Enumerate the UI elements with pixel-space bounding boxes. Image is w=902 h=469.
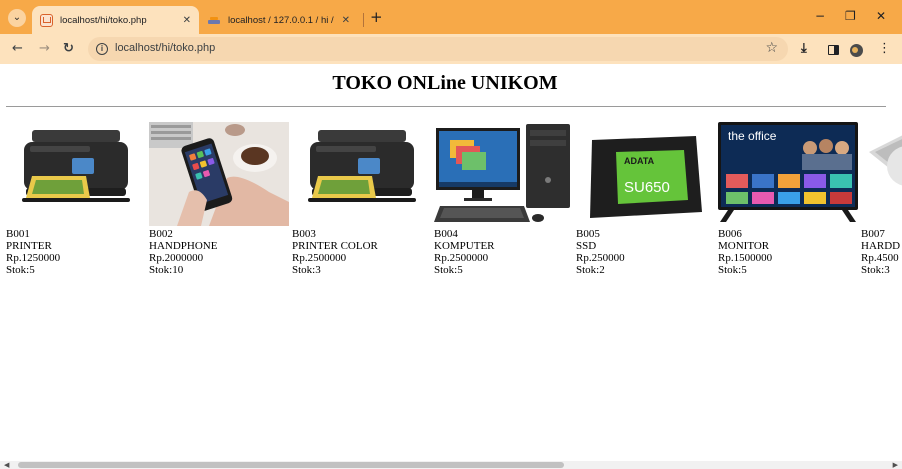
tab-title: localhost / 127.0.0.1 / hi / barar <box>228 14 336 26</box>
product-stock: Stok:5 <box>6 264 35 276</box>
product-price: Rp.4500 <box>861 252 899 264</box>
close-window-button[interactable]: ✕ <box>876 9 886 23</box>
product-code: B002 <box>149 228 173 240</box>
page-favicon-icon <box>40 13 53 27</box>
product-price: Rp.250000 <box>576 252 625 264</box>
back-button[interactable]: ← <box>12 41 23 57</box>
forward-button[interactable]: → <box>39 41 50 57</box>
scroll-left-icon[interactable]: ◀ <box>4 461 9 469</box>
printer-image <box>6 122 146 226</box>
monitor-screen-title: the office <box>728 129 777 143</box>
product-card: ADATA SU650 B005 SSD Rp.250000 Stok:2 <box>576 122 718 276</box>
product-name: KOMPUTER <box>434 240 495 252</box>
printer-color-image <box>292 122 432 226</box>
product-card: B003 PRINTER COLOR Rp.2500000 Stok:3 <box>292 122 434 276</box>
product-price: Rp.1250000 <box>6 252 61 264</box>
scroll-right-icon[interactable]: ▶ <box>893 461 898 469</box>
page-title: TOKO ONLine UNIKOM <box>332 72 558 94</box>
tab-phpmyadmin[interactable]: localhost / 127.0.0.1 / hi / barar ✕ <box>200 6 358 34</box>
restore-button[interactable]: ❐ <box>845 9 856 23</box>
product-card: B002 HANDPHONE Rp.2000000 Stok:10 <box>149 122 291 276</box>
product-stock: Stok:10 <box>149 264 184 276</box>
product-stock: Stok:3 <box>861 264 890 276</box>
product-name: PRINTER COLOR <box>292 240 378 252</box>
product-stock: Stok:3 <box>292 264 321 276</box>
bookmark-star-icon[interactable]: ☆ <box>765 40 778 56</box>
product-name: HARDD <box>861 240 901 252</box>
product-name: HANDPHONE <box>149 240 218 252</box>
product-code: B003 <box>292 228 316 240</box>
ssd-model-label: SU650 <box>624 179 670 196</box>
page-content: TOKO ONLine UNIKOM B001 PRINTER Rp.12500… <box>0 64 902 461</box>
extension-icon[interactable] <box>850 44 863 57</box>
product-name: PRINTER <box>6 240 52 252</box>
tab-strip: ⌄ localhost/hi/toko.php ✕ localhost / 12… <box>0 0 902 34</box>
product-code: B004 <box>434 228 458 240</box>
product-code: B006 <box>718 228 742 240</box>
side-panel-icon[interactable] <box>828 45 839 55</box>
horizontal-scrollbar[interactable]: ◀ ▶ <box>0 461 902 469</box>
address-text[interactable]: localhost/hi/toko.php <box>115 42 215 54</box>
product-card: the office B006 MONITOR Rp.1500000 Stok:… <box>718 122 860 276</box>
product-code: B005 <box>576 228 600 240</box>
address-bar[interactable]: i localhost/hi/toko.php ☆ <box>88 37 788 61</box>
product-name: MONITOR <box>718 240 770 252</box>
scrollbar-thumb[interactable] <box>18 462 564 468</box>
tab-separator <box>363 13 364 27</box>
site-info-icon[interactable]: i <box>96 43 108 55</box>
tab-title: localhost/hi/toko.php <box>60 14 147 26</box>
tab-search-chevron-icon[interactable]: ⌄ <box>8 9 26 27</box>
product-stock: Stok:2 <box>576 264 605 276</box>
harddisk-image <box>861 122 902 226</box>
tab-toko[interactable]: localhost/hi/toko.php ✕ <box>32 6 199 34</box>
monitor-image: the office <box>718 122 858 226</box>
product-name: SSD <box>576 240 597 252</box>
komputer-image <box>434 122 574 226</box>
close-tab-icon[interactable]: ✕ <box>183 15 191 26</box>
new-tab-button[interactable]: + <box>370 9 383 25</box>
handphone-image <box>149 122 289 226</box>
reload-button[interactable]: ↻ <box>63 41 74 57</box>
download-icon[interactable]: ⤓ <box>801 41 807 57</box>
product-code: B001 <box>6 228 30 240</box>
browser-menu-icon[interactable]: ⋮ <box>878 41 891 57</box>
ssd-image: ADATA SU650 <box>576 122 716 226</box>
product-card: B007 HARDD Rp.4500 Stok:3 <box>861 122 902 276</box>
close-tab-icon[interactable]: ✕ <box>342 15 350 26</box>
product-card: B004 KOMPUTER Rp.2500000 Stok:5 <box>434 122 576 276</box>
product-list: B001 PRINTER Rp.1250000 Stok:5 B002 HAND… <box>6 122 902 282</box>
product-card: B001 PRINTER Rp.1250000 Stok:5 <box>6 122 148 276</box>
title-divider <box>6 106 886 107</box>
product-price: Rp.1500000 <box>718 252 773 264</box>
browser-toolbar: ← → ↻ i localhost/hi/toko.php ☆ ⤓ ⋮ <box>0 34 902 64</box>
product-code: B007 <box>861 228 885 240</box>
phpmyadmin-favicon-icon <box>208 14 221 27</box>
product-stock: Stok:5 <box>718 264 747 276</box>
minimize-button[interactable]: − <box>815 9 825 23</box>
product-price: Rp.2000000 <box>149 252 204 264</box>
product-price: Rp.2500000 <box>292 252 347 264</box>
product-price: Rp.2500000 <box>434 252 489 264</box>
ssd-brand-label: ADATA <box>624 156 655 166</box>
product-stock: Stok:5 <box>434 264 463 276</box>
